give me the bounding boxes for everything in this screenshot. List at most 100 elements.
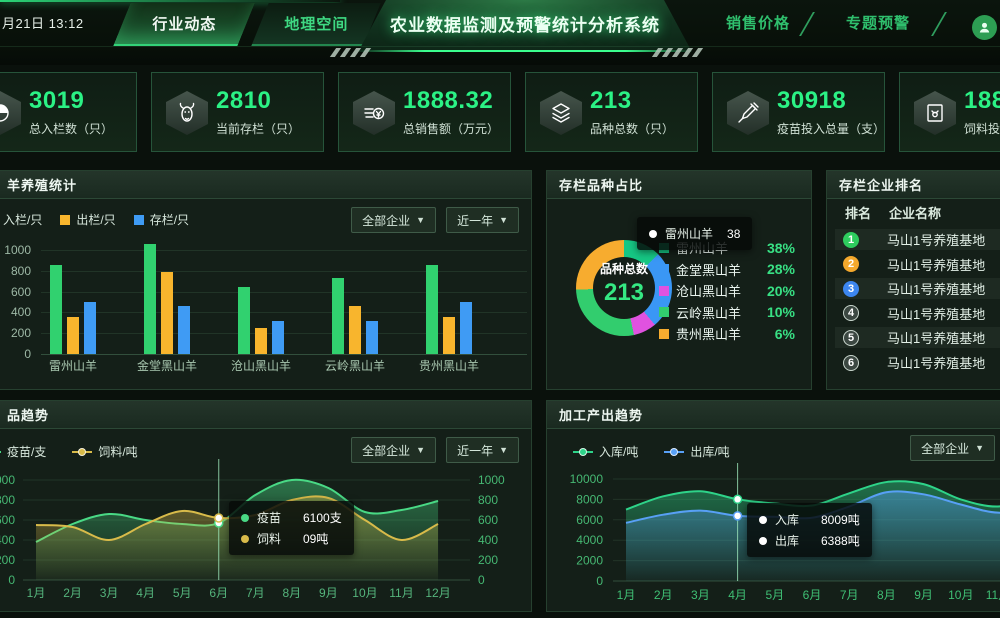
legend-item-入库/吨[interactable]: 入库/吨 [573, 443, 638, 460]
svg-text:10月: 10月 [948, 588, 973, 602]
bar-chart[interactable]: 02004006008001000雷州山羊金堂黑山羊沧山黑山羊云岭黑山羊贵州黑山… [0, 171, 531, 389]
bar-存栏/只 [366, 321, 378, 354]
legend-item-出库/吨[interactable]: 出库/吨 [664, 443, 729, 460]
table-row[interactable]: 1 马山1号养殖基地 [835, 229, 1000, 250]
tooltip-name: 雷州山羊 [665, 225, 713, 242]
chevron-down-icon: ▼ [416, 215, 425, 225]
bar-入栏/只 [144, 244, 156, 354]
enterprise-filter-dropdown[interactable]: 全部企业▼ [351, 207, 436, 233]
y-axis-tick: 0 [0, 347, 31, 361]
y-axis-tick: 600 [0, 285, 31, 299]
legend-item-入栏/只[interactable]: 入栏/只 [0, 211, 42, 228]
tab-sales-price[interactable]: 销售价格 [708, 11, 808, 37]
donut-legend-item-云岭黑山羊[interactable]: 云岭黑山羊10% [659, 303, 795, 322]
legend-label: 存栏/只 [150, 211, 189, 228]
svg-text:4月: 4月 [136, 586, 155, 600]
rank-badge: 3 [843, 281, 859, 297]
timerange-filter-dropdown[interactable]: 近一年▼ [446, 207, 519, 233]
legend-percent: 10% [767, 304, 795, 320]
legend-marker [0, 451, 1, 453]
tooltip-row: 疫苗 6100支 [239, 507, 344, 528]
svg-text:10月: 10月 [352, 586, 377, 600]
table-row[interactable]: 5马山1号养殖基地 [835, 327, 1000, 348]
syringe-icon [727, 91, 769, 135]
top-accent-line [0, 0, 340, 2]
legend-label: 入栏/只 [3, 211, 42, 228]
gridline [41, 312, 527, 313]
x-axis-category: 贵州黑山羊 [404, 357, 494, 374]
kpi-card: 3019总入栏数（只） [0, 72, 137, 152]
enterprise-filter-dropdown[interactable]: 全部企业▼ [910, 435, 995, 461]
enterprise-name: 马山1号养殖基地 [887, 255, 985, 274]
rank-badge: 2 [843, 256, 859, 272]
svg-text:1月: 1月 [617, 588, 636, 602]
legend-item-出栏/只[interactable]: 出栏/只 [60, 211, 115, 228]
gridline [41, 292, 527, 293]
tab-separator [931, 12, 947, 36]
kpi-card: 1888.32总销售额（万元） [338, 72, 511, 152]
x-axis-category: 雷州山羊 [28, 357, 118, 374]
coins-icon [353, 91, 395, 135]
donut-chart[interactable]: 品种总数 213 [576, 240, 672, 336]
svg-text:600: 600 [0, 513, 15, 527]
rank-badge: 1 [843, 232, 859, 248]
rank-badge: 5 [843, 330, 859, 346]
panel-sheep-breeding-stats: 羊养殖统计 入栏/只出栏/只存栏/只 全部企业▼ 近一年▼ 0200400600… [0, 170, 532, 390]
donut-legend-item-沧山黑山羊[interactable]: 沧山黑山羊20% [659, 281, 795, 300]
column-rank: 排名 [845, 203, 871, 222]
tab-industry-news[interactable]: 行业动态 [113, 3, 254, 46]
donut-legend-item-贵州黑山羊[interactable]: 贵州黑山羊6% [659, 324, 795, 343]
line-legend: 疫苗/支 饲料/吨 [0, 443, 138, 460]
filter-label: 近一年 [457, 442, 493, 459]
table-row[interactable]: 6马山1号养殖基地 [835, 352, 1000, 373]
tab-geo-space[interactable]: 地理空间 [251, 3, 380, 46]
column-enterprise-name: 企业名称 [889, 203, 941, 222]
tooltip-value: 38 [727, 227, 740, 241]
user-avatar[interactable] [972, 15, 997, 40]
legend-label: 出库/吨 [690, 443, 729, 460]
output-tooltip: 入库 8009吨 出库 6388吨 [747, 503, 872, 557]
filter-label: 近一年 [457, 212, 493, 229]
legend-label: 出栏/只 [76, 211, 115, 228]
enterprise-name: 马山1号养殖基地 [887, 230, 985, 249]
svg-text:400: 400 [478, 533, 498, 547]
chevron-down-icon: ▼ [499, 445, 508, 455]
svg-text:12月: 12月 [425, 586, 450, 600]
panel-title: 羊养殖统计 [0, 171, 531, 199]
legend-item-存栏/只[interactable]: 存栏/只 [134, 211, 189, 228]
svg-text:10000: 10000 [570, 472, 604, 486]
table-row[interactable]: 4马山1号养殖基地 [835, 303, 1000, 324]
legend-item-饲料/吨[interactable]: 饲料/吨 [72, 443, 137, 460]
title-banner: 农业数据监测及预警统计分析系统 [358, 0, 692, 52]
bar-入栏/只 [238, 287, 250, 354]
legend-item-疫苗/支[interactable]: 疫苗/支 [0, 443, 46, 460]
svg-text:0: 0 [478, 573, 485, 587]
svg-text:1000: 1000 [478, 473, 505, 487]
page-title: 农业数据监测及预警统计分析系统 [358, 0, 692, 52]
tooltip-row: 雷州山羊 38 [647, 223, 742, 244]
legend-swatch [134, 215, 144, 225]
bar-入栏/只 [426, 265, 438, 354]
tooltip-dot [241, 535, 249, 543]
breed-total-value: 213 [576, 279, 672, 307]
donut-legend-item-金堂黑山羊[interactable]: 金堂黑山羊28% [659, 260, 795, 279]
tooltip-row: 入库 8009吨 [757, 509, 862, 530]
timerange-filter-dropdown[interactable]: 近一年 ▼ [446, 437, 519, 463]
legend-swatch [60, 215, 70, 225]
kpi-row: 3019总入栏数（只）2810当前存栏（只）1888.32总销售额（万元）213… [0, 72, 1000, 154]
enterprise-filter-dropdown[interactable]: 全部企业▼ [351, 437, 436, 463]
table-row[interactable]: 3马山1号养殖基地 [835, 278, 1000, 299]
y-axis-tick: 400 [0, 305, 31, 319]
svg-text:7月: 7月 [840, 588, 859, 602]
rank-badge: 6 [843, 355, 859, 371]
kpi-value: 3019 [29, 87, 84, 115]
panel-processing-output-trend: 加工产出趋势 入库/吨出库/吨 全部企业▼ 020004000600080001… [546, 400, 1000, 612]
tab-warning-topic[interactable]: 专题预警 [828, 11, 928, 37]
table-row[interactable]: 2 马山1号养殖基地 [835, 254, 1000, 275]
breed-total-label: 品种总数 [576, 260, 672, 277]
kpi-value: 2810 [216, 87, 271, 115]
bar-出栏/只 [349, 306, 361, 354]
inputs-tooltip: 疫苗 6100支 饲料 09吨 [229, 501, 354, 555]
legend-marker [72, 451, 92, 453]
legend-percent: 38% [767, 240, 795, 256]
